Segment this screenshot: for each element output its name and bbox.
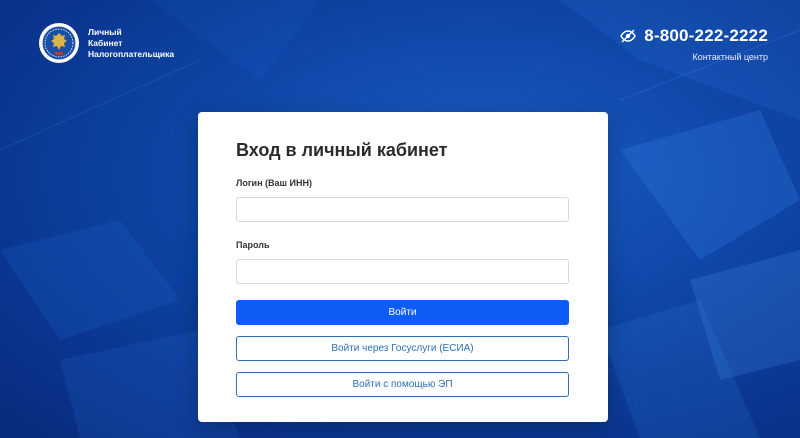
gosuslugi-login-button[interactable]: Войти через Госуслуги (ЕСИА) [236, 336, 569, 361]
hidden-eye-icon[interactable] [620, 28, 637, 44]
contact-phone-row: 8-800-222-2222 [620, 26, 768, 46]
password-field-group: Пароль [236, 240, 570, 284]
contact-phone[interactable]: 8-800-222-2222 [644, 26, 768, 46]
brand-name: Личный Кабинет Налогоплательщика [88, 27, 174, 60]
login-input[interactable] [236, 197, 569, 222]
brand-line-1: Личный [88, 26, 122, 37]
login-title: Вход в личный кабинет [236, 140, 448, 160]
login-submit-button[interactable]: Войти [236, 300, 569, 325]
password-input[interactable] [236, 259, 569, 284]
password-label: Пароль [236, 240, 270, 250]
brand[interactable]: Личный Кабинет Налогоплательщика [38, 22, 174, 64]
login-field-group: Логин (Ваш ИНН) [236, 178, 570, 222]
login-card: Вход в личный кабинет Логин (Ваш ИНН) Па… [198, 112, 608, 422]
fns-emblem-icon [38, 22, 80, 64]
ep-login-button[interactable]: Войти с помощью ЭП [236, 372, 569, 397]
brand-line-3: Налогоплательщика [88, 48, 175, 59]
contact-center: 8-800-222-2222 Контактный центр [620, 26, 768, 62]
login-label: Логин (Ваш ИНН) [236, 178, 312, 188]
contact-center-label: Контактный центр [692, 52, 768, 62]
brand-line-2: Кабинет [88, 37, 123, 48]
